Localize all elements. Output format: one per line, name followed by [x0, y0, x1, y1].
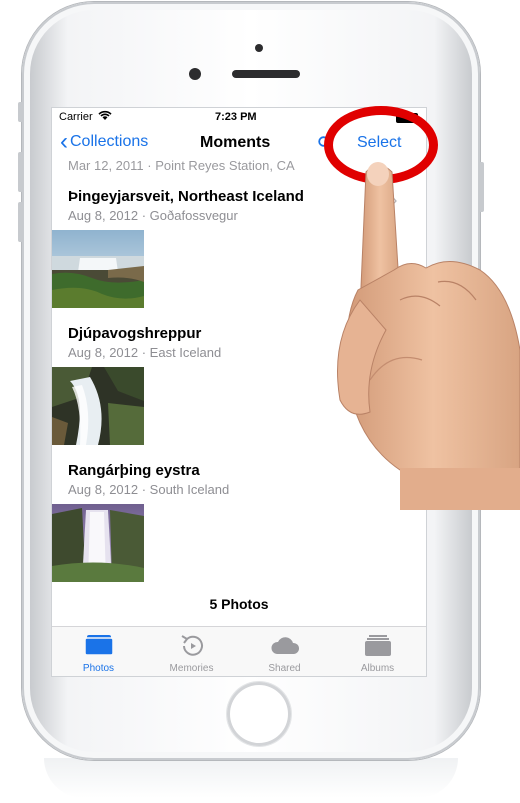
back-label: Collections [70, 133, 149, 150]
pointing-hand-icon [330, 150, 520, 510]
tab-label: Albums [360, 663, 395, 674]
back-button[interactable]: ‹ Collections [60, 128, 149, 155]
earpiece-speaker [232, 70, 300, 78]
carrier-label: Carrier [59, 111, 93, 123]
photo-thumbnail[interactable] [52, 504, 144, 582]
tab-bar: Photos Memories Shared Albums [52, 626, 426, 676]
moment-title: Djúpavogshreppur [68, 325, 202, 342]
moment-subtitle: Aug 8, 2012 · South Iceland [68, 482, 230, 497]
tab-label: Shared [268, 663, 301, 674]
photo-thumbnail[interactable] [52, 367, 144, 445]
cloud-icon [269, 633, 301, 659]
photos-icon [83, 633, 115, 659]
tab-shared[interactable]: Shared [238, 633, 331, 674]
proximity-sensor [255, 44, 263, 52]
photo-thumbnail[interactable] [52, 230, 144, 308]
tab-label: Memories [169, 663, 214, 674]
previous-moment-header: Mar 12, 2011 · Point Reyes Station, CA [68, 158, 295, 173]
volume-up-button [18, 152, 23, 192]
tutorial-image: Carrier 7:23 PM ‹ Collections Moments Se… [0, 0, 520, 803]
volume-up-button [18, 102, 23, 122]
tab-albums[interactable]: Albums [331, 633, 424, 674]
moment-subtitle: Aug 8, 2012 · Goðafossvegur [68, 208, 238, 223]
memories-icon [176, 633, 208, 659]
moment-subtitle: Aug 8, 2012 · East Iceland [68, 345, 222, 360]
front-camera [189, 68, 201, 80]
moment-title: Rangárþing eystra [68, 462, 200, 479]
tab-memories[interactable]: Memories [145, 633, 238, 674]
tab-label: Photos [82, 663, 115, 674]
tab-photos[interactable]: Photos [52, 633, 145, 674]
photo-count-label: 5 Photos [209, 596, 269, 612]
chevron-left-icon: ‹ [60, 128, 68, 155]
status-time: 7:23 PM [215, 111, 257, 123]
page-title: Moments [200, 134, 271, 151]
home-button[interactable] [227, 682, 291, 746]
moment-title: Þingeyjarsveit, Northeast Iceland [68, 188, 304, 205]
albums-icon [362, 633, 394, 659]
phone-reflection [44, 758, 458, 798]
volume-down-button [18, 202, 23, 242]
wifi-icon [98, 110, 112, 124]
